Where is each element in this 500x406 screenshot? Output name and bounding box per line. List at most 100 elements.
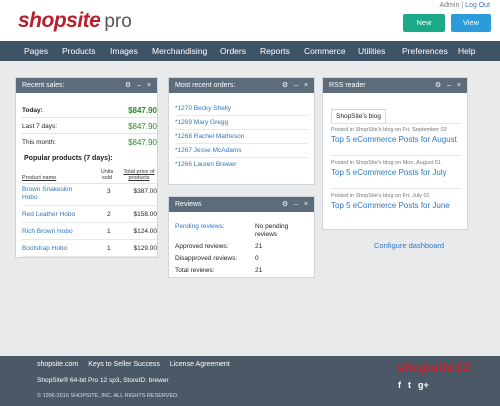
divider — [331, 123, 461, 124]
nav-reports[interactable]: Reports — [260, 41, 290, 61]
panel-controls[interactable]: ⚙ – × — [282, 78, 310, 93]
sales-amount: $847.90 — [128, 138, 157, 147]
logo-text: shopsite — [18, 9, 101, 32]
footer-link-license[interactable]: License Agreement — [170, 361, 230, 368]
order-link[interactable]: *1267 Jesse McAdams — [175, 144, 308, 158]
table-row: Rich Brown Hobo 1 $124.00 — [22, 224, 157, 240]
facebook-icon[interactable]: f — [398, 380, 401, 390]
rss-header: RSS reader ⚙ – × — [323, 78, 467, 93]
copyright-text: © 1996-2016 SHOPSITE, INC. ALL RIGHTS RE… — [37, 393, 179, 399]
rss-post-link[interactable]: Top 5 eCommerce Posts for June — [331, 201, 463, 210]
product-link[interactable]: Red Leather Hobo — [22, 211, 75, 218]
panel-title: Reviews — [175, 201, 202, 208]
nav-merchandising[interactable]: Merchandising — [152, 41, 207, 61]
panel-title: Most recent orders: — [175, 82, 236, 89]
rss-meta: Posted in ShopSite's blog on Fri, July 0… — [331, 193, 430, 199]
sales-label: This month: — [22, 139, 56, 146]
table-row: Brown Snakeskin Hobo 3 $387.00 — [22, 184, 157, 206]
nav-products[interactable]: Products — [62, 41, 96, 61]
nav-commerce[interactable]: Commerce — [304, 41, 346, 61]
panel-controls[interactable]: ⚙ – × — [125, 78, 153, 93]
order-link[interactable]: *1266 Lauren Brewer — [175, 158, 308, 172]
recent-orders-header: Most recent orders: ⚙ – × — [169, 78, 314, 93]
order-link[interactable]: *1270 Becky Shelly — [175, 102, 308, 116]
recent-orders-panel: Most recent orders: ⚙ – × *1270 Becky Sh… — [168, 77, 315, 185]
approved-reviews-value: 21 — [255, 243, 263, 250]
units-sold: 3 — [107, 188, 111, 195]
units-sold: 1 — [107, 228, 111, 235]
nav-preferences[interactable]: Preferences — [402, 41, 448, 61]
table-row: Bootstrap Hobo 1 $129.00 — [22, 241, 157, 257]
nav-images[interactable]: Images — [110, 41, 138, 61]
sales-label: Today: — [22, 107, 43, 114]
nav-utilities[interactable]: Utilities — [358, 41, 385, 61]
popular-products-title: Popular products (7 days): — [24, 155, 113, 162]
reviews-header: Reviews ⚙ – × — [169, 197, 314, 212]
panel-controls[interactable]: ⚙ – × — [282, 197, 310, 212]
footer-link-keys[interactable]: Keys to Seller Success — [88, 361, 160, 368]
rss-post-link[interactable]: Top 5 eCommerce Posts for August — [331, 135, 463, 144]
product-total: $124.00 — [133, 228, 158, 235]
product-link[interactable]: Bootstrap Hobo — [22, 245, 67, 252]
col-product-name: Product name — [22, 175, 57, 181]
total-reviews-label: Total reviews: — [175, 267, 215, 274]
view-site-button[interactable]: View Site — [451, 14, 491, 45]
approved-reviews-label: Approved reviews: — [175, 243, 229, 250]
rss-item: Posted in ShopSite's blog on Fri, Septem… — [331, 127, 463, 144]
top-header: shopsite pro Admin | Log Out New Order V… — [0, 0, 500, 45]
tab-shopsite-blog[interactable]: ShopSite's blog — [331, 109, 386, 123]
product-link[interactable]: Rich Brown Hobo — [22, 228, 73, 235]
sales-7days-row: Last 7 days: $847.90 — [22, 122, 157, 131]
disapproved-reviews-value: 0 — [255, 255, 259, 262]
rss-post-link[interactable]: Top 5 eCommerce Posts for July — [331, 168, 463, 177]
units-sold: 2 — [107, 211, 111, 218]
sales-label: Last 7 days: — [22, 123, 58, 130]
panel-controls[interactable]: ⚙ – × — [435, 78, 463, 93]
units-sold: 1 — [107, 245, 111, 252]
twitter-icon[interactable]: t — [408, 380, 411, 390]
google-plus-icon[interactable]: g+ — [418, 380, 429, 390]
rss-item: Posted in ShopSite's blog on Mon, August… — [331, 160, 463, 177]
recent-sales-header: Recent sales: ⚙ – × — [16, 78, 157, 93]
order-link[interactable]: *1268 Rachel Matheson — [175, 130, 308, 144]
admin-link[interactable]: Admin — [440, 2, 460, 9]
disapproved-reviews-label: Disapproved reviews: — [175, 255, 238, 262]
rss-item: Posted in ShopSite's blog on Fri, July 0… — [331, 193, 463, 210]
main-nav: Pages Products Images Merchandising Orde… — [0, 41, 500, 61]
reviews-panel: Reviews ⚙ – × Pending reviews: No pendin… — [168, 196, 315, 278]
order-link[interactable]: *1269 Mary Gregg — [175, 116, 308, 130]
logout-link[interactable]: Log Out — [465, 2, 490, 9]
user-links: Admin | Log Out — [440, 2, 491, 9]
divider — [22, 133, 157, 134]
rss-meta: Posted in ShopSite's blog on Fri, Septem… — [331, 127, 447, 133]
col-total-price: Total price of products — [123, 169, 155, 181]
recent-sales-panel: Recent sales: ⚙ – × Today: $847.90 Last … — [15, 77, 158, 258]
footer-link-shopsite[interactable]: shopsite.com — [37, 361, 78, 368]
sales-today-row: Today: $847.90 — [22, 106, 157, 115]
panel-title: Recent sales: — [22, 82, 65, 89]
nav-pages[interactable]: Pages — [24, 41, 48, 61]
divider — [331, 188, 461, 189]
product-total: $129.00 — [133, 245, 158, 252]
footer: shopsite.com Keys to Seller Success Lice… — [0, 356, 500, 406]
pending-reviews-link[interactable]: Pending reviews: — [175, 223, 225, 230]
divider — [331, 155, 461, 156]
social-icons: f t g+ — [398, 380, 429, 390]
shopsite-logo[interactable]: shopsite pro — [18, 9, 132, 32]
product-link[interactable]: Brown Snakeskin Hobo — [22, 186, 82, 202]
sales-amount: $847.90 — [128, 122, 157, 131]
product-total: $387.00 — [133, 188, 158, 195]
new-order-button[interactable]: New Order — [403, 14, 445, 45]
logo-suffix: pro — [104, 11, 132, 32]
total-reviews-value: 21 — [255, 267, 263, 274]
table-row: Red Leather Hobo 2 $158.00 — [22, 207, 157, 223]
divider — [22, 117, 157, 118]
rss-meta: Posted in ShopSite's blog on Mon, August… — [331, 160, 441, 166]
configure-dashboard-link[interactable]: Configure dashboard — [374, 241, 444, 250]
sales-month-row: This month: $847.90 — [22, 138, 157, 147]
nav-help[interactable]: Help — [458, 41, 475, 61]
nav-orders[interactable]: Orders — [220, 41, 246, 61]
panel-title: RSS reader — [329, 82, 366, 89]
pending-reviews-value: No pending reviews — [255, 223, 289, 238]
product-total: $158.00 — [133, 211, 158, 218]
